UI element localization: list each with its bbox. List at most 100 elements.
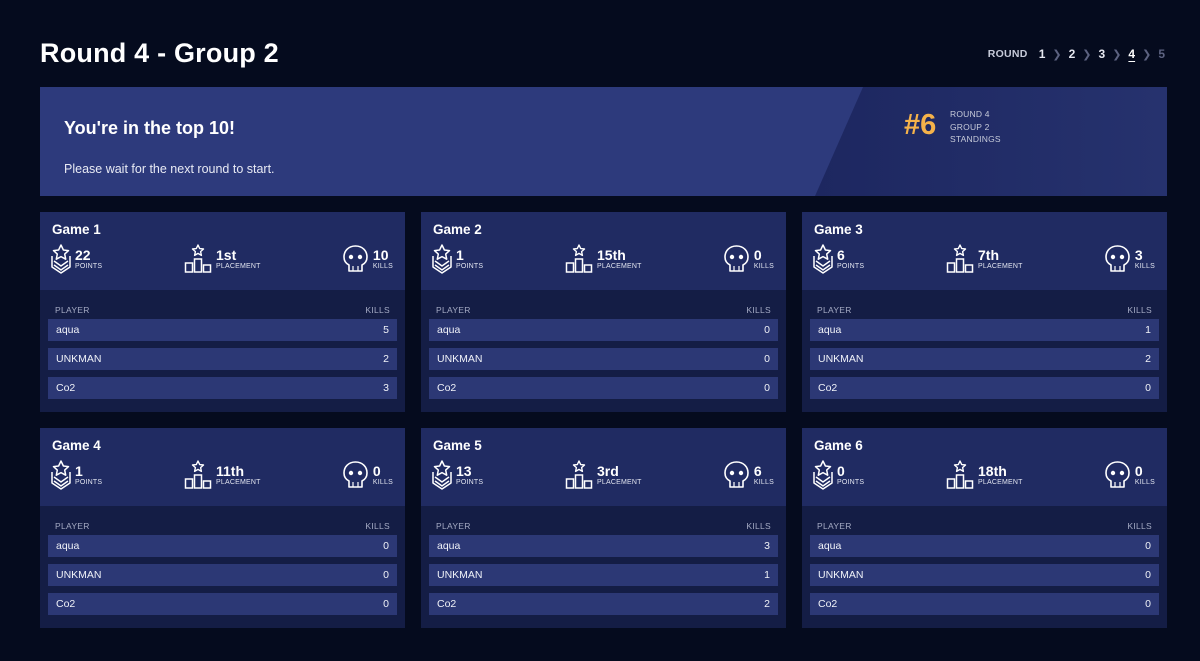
column-header-kills: KILLS bbox=[746, 521, 771, 531]
player-name: Co2 bbox=[818, 598, 838, 610]
player-kills: 3 bbox=[383, 382, 389, 394]
player-kills: 0 bbox=[764, 382, 770, 394]
round-link-2[interactable]: 2 bbox=[1069, 47, 1076, 61]
chevron-right-icon: ❯ bbox=[1052, 48, 1062, 61]
skull-icon bbox=[342, 244, 369, 274]
medal-star-icon bbox=[813, 244, 833, 274]
table-row: UNKMAN 0 bbox=[429, 348, 778, 370]
game-card-header: Game 6 0 POINTS 18th PLACEMENT 0 KILLS bbox=[802, 428, 1167, 506]
player-kills: 5 bbox=[383, 324, 389, 336]
player-kills: 0 bbox=[383, 540, 389, 552]
placement-stat: 11th PLACEMENT bbox=[184, 460, 261, 490]
placement-stat: 1st PLACEMENT bbox=[184, 244, 261, 274]
kills-stat: 10 KILLS bbox=[342, 244, 393, 274]
player-kills: 0 bbox=[383, 598, 389, 610]
player-kills: 1 bbox=[764, 569, 770, 581]
game-card-header: Game 5 13 POINTS 3rd PLACEMENT 6 KILLS bbox=[421, 428, 786, 506]
game-title: Game 1 bbox=[52, 222, 101, 237]
kills-stat: 0 KILLS bbox=[1104, 460, 1155, 490]
points-value: 0 bbox=[837, 463, 845, 479]
player-name: UNKMAN bbox=[818, 353, 864, 365]
player-kills: 1 bbox=[1145, 324, 1151, 336]
player-name: Co2 bbox=[56, 598, 76, 610]
points-label: POINTS bbox=[456, 479, 484, 486]
kills-value: 3 bbox=[1134, 247, 1143, 263]
player-name: Co2 bbox=[56, 382, 76, 394]
points-value: 22 bbox=[75, 247, 91, 263]
table-row: UNKMAN 2 bbox=[48, 348, 397, 370]
player-name: aqua bbox=[437, 540, 461, 552]
kills-label: KILLS bbox=[753, 479, 774, 486]
kills-stat: 0 KILLS bbox=[723, 244, 774, 274]
podium-star-icon bbox=[184, 244, 212, 274]
standings-caption: ROUND 4 GROUP 2 STANDINGS bbox=[950, 108, 1001, 146]
table-row: UNKMAN 0 bbox=[810, 564, 1159, 586]
game-card-4: Game 4 1 POINTS 11th PLACEMENT 0 KILLS P… bbox=[40, 428, 405, 628]
player-name: aqua bbox=[56, 540, 80, 552]
placement-value: 7th bbox=[978, 247, 999, 263]
table-row: aqua 0 bbox=[810, 535, 1159, 557]
placement-label: PLACEMENT bbox=[597, 479, 642, 486]
round-nav: ROUND 1 ❯ 2 ❯ 3 ❯ 4 ❯ 5 bbox=[988, 47, 1165, 61]
column-header-kills: KILLS bbox=[1127, 305, 1152, 315]
player-name: Co2 bbox=[818, 382, 838, 394]
game-card-1: Game 1 22 POINTS 1st PLACEMENT 10 KILLS … bbox=[40, 212, 405, 412]
column-header-kills: KILLS bbox=[365, 521, 390, 531]
banner-headline: You're in the top 10! bbox=[64, 118, 235, 138]
podium-star-icon bbox=[946, 460, 974, 490]
player-kills: 0 bbox=[764, 324, 770, 336]
game-card-6: Game 6 0 POINTS 18th PLACEMENT 0 KILLS P… bbox=[802, 428, 1167, 628]
podium-star-icon bbox=[565, 244, 593, 274]
player-table-header: PLAYER KILLS bbox=[55, 521, 390, 531]
player-table-header: PLAYER KILLS bbox=[55, 305, 390, 315]
column-header-player: PLAYER bbox=[817, 521, 852, 531]
table-row: Co2 2 bbox=[429, 593, 778, 615]
points-label: POINTS bbox=[456, 263, 484, 270]
table-row: aqua 3 bbox=[429, 535, 778, 557]
table-row: UNKMAN 1 bbox=[429, 564, 778, 586]
player-table-header: PLAYER KILLS bbox=[436, 521, 771, 531]
kills-value: 10 bbox=[372, 247, 389, 263]
round-link-4[interactable]: 4 bbox=[1128, 47, 1135, 61]
player-table-header: PLAYER KILLS bbox=[436, 305, 771, 315]
round-link-1[interactable]: 1 bbox=[1039, 47, 1046, 61]
kills-value: 6 bbox=[753, 463, 762, 479]
player-kills: 2 bbox=[1145, 353, 1151, 365]
kills-stat: 3 KILLS bbox=[1104, 244, 1155, 274]
player-kills: 2 bbox=[383, 353, 389, 365]
player-name: aqua bbox=[818, 324, 842, 336]
player-name: UNKMAN bbox=[818, 569, 864, 581]
column-header-kills: KILLS bbox=[365, 305, 390, 315]
player-kills: 0 bbox=[1145, 540, 1151, 552]
points-value: 6 bbox=[837, 247, 845, 263]
podium-star-icon bbox=[184, 460, 212, 490]
player-kills: 0 bbox=[383, 569, 389, 581]
placement-label: PLACEMENT bbox=[597, 263, 642, 270]
kills-label: KILLS bbox=[1134, 479, 1155, 486]
skull-icon bbox=[723, 460, 750, 490]
medal-star-icon bbox=[51, 244, 71, 274]
placement-value: 15th bbox=[597, 247, 626, 263]
player-table-header: PLAYER KILLS bbox=[817, 521, 1152, 531]
player-name: Co2 bbox=[437, 382, 457, 394]
points-stat: 22 POINTS bbox=[51, 244, 102, 274]
medal-star-icon bbox=[813, 460, 833, 490]
placement-stat: 18th PLACEMENT bbox=[946, 460, 1023, 490]
page-title: Round 4 - Group 2 bbox=[40, 38, 279, 68]
placement-value: 11th bbox=[216, 463, 245, 479]
table-row: Co2 3 bbox=[48, 377, 397, 399]
medal-star-icon bbox=[432, 460, 452, 490]
table-row: aqua 0 bbox=[48, 535, 397, 557]
player-name: UNKMAN bbox=[437, 569, 483, 581]
points-stat: 1 POINTS bbox=[51, 460, 102, 490]
status-banner: You're in the top 10! Please wait for th… bbox=[40, 87, 1167, 196]
kills-value: 0 bbox=[753, 247, 762, 263]
round-link-3[interactable]: 3 bbox=[1099, 47, 1106, 61]
column-header-player: PLAYER bbox=[55, 521, 90, 531]
kills-label: KILLS bbox=[1134, 263, 1155, 270]
game-card-header: Game 3 6 POINTS 7th PLACEMENT 3 KILLS bbox=[802, 212, 1167, 290]
kills-stat: 6 KILLS bbox=[723, 460, 774, 490]
kills-value: 0 bbox=[1134, 463, 1143, 479]
player-table-header: PLAYER KILLS bbox=[817, 305, 1152, 315]
game-title: Game 4 bbox=[52, 438, 101, 453]
